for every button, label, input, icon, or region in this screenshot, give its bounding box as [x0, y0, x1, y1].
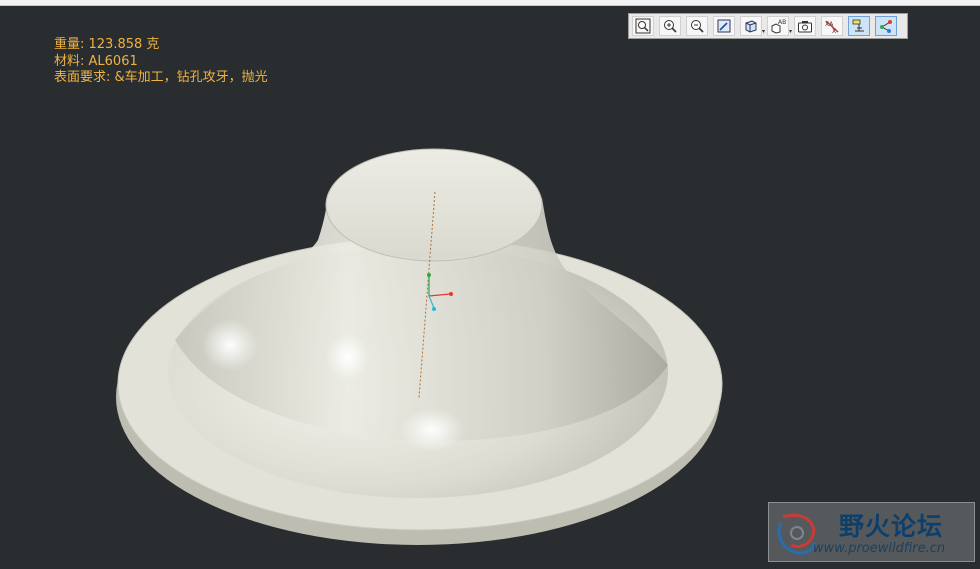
surface-text: 表面要求: &车加工，钻孔攻牙，抛光 — [54, 70, 268, 85]
svg-text:AB: AB — [778, 19, 786, 26]
zoom-fit-icon — [635, 18, 651, 34]
view-toolbar: ▾ AB ▾ XAX — [628, 13, 908, 39]
datum-display-icon — [852, 19, 864, 32]
svg-text:X: X — [832, 28, 836, 34]
watermark-url: www.proewildfire.cn — [813, 541, 946, 556]
forum-watermark: 野火论坛 www.proewildfire.cn — [768, 502, 975, 562]
repaint-button[interactable] — [713, 16, 735, 36]
watermark-title: 野火论坛 — [839, 512, 944, 541]
graphics-viewport[interactable]: 重量: 123.858 克 材料: AL6061 表面要求: &车加工，钻孔攻牙… — [0, 6, 980, 569]
saved-views-button[interactable]: AB ▾ — [767, 16, 792, 36]
saved-views-icon: AB — [771, 19, 786, 34]
zoom-in-button[interactable] — [659, 16, 681, 36]
annotation-display-icon: XAX — [825, 20, 839, 34]
zoom-out-icon — [691, 20, 704, 33]
display-style-button[interactable]: ▾ — [740, 16, 765, 36]
part-model — [116, 148, 723, 545]
datum-display-button[interactable] — [848, 16, 870, 36]
repaint-icon — [717, 19, 731, 33]
snapshot-icon — [798, 21, 812, 33]
display-style-icon — [745, 20, 757, 33]
spin-center-icon — [880, 20, 892, 33]
annotation-display-button[interactable]: XAX — [821, 16, 843, 36]
snapshot-button[interactable] — [794, 16, 816, 36]
weight-text: 重量: 123.858 克 — [54, 37, 160, 52]
model-info: 重量: 123.858 克 材料: AL6061 表面要求: &车加工，钻孔攻牙… — [54, 37, 268, 87]
zoom-fit-button[interactable] — [632, 16, 654, 36]
material-text: 材料: AL6061 — [54, 53, 138, 69]
spin-center-button[interactable] — [875, 16, 897, 36]
zoom-in-icon — [664, 20, 677, 33]
zoom-out-button[interactable] — [686, 16, 708, 36]
